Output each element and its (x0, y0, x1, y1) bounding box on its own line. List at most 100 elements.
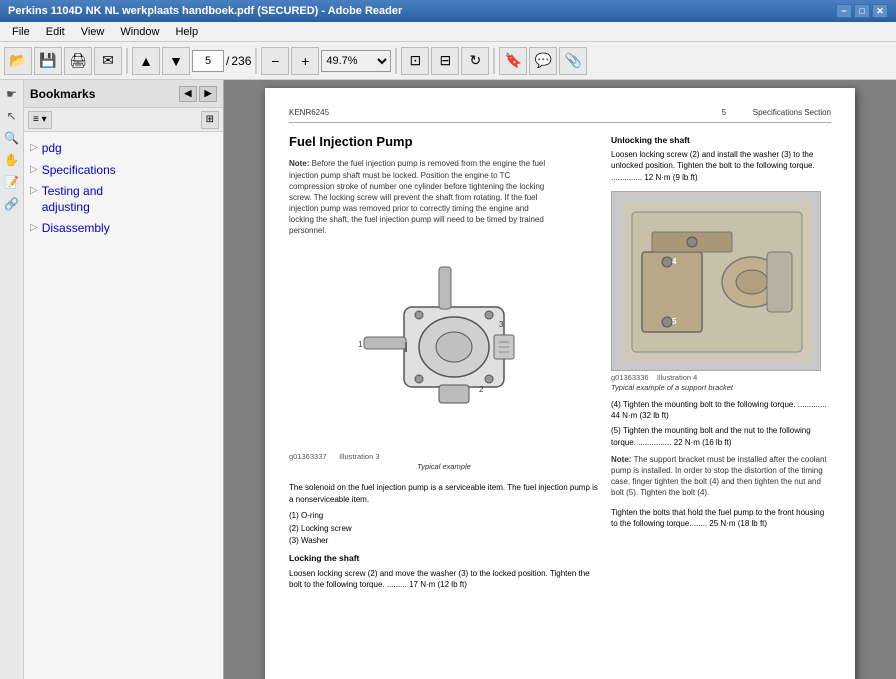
illustration3-id: g01363337 Illustration 3 (289, 452, 599, 462)
sidebar-title: Bookmarks (30, 87, 95, 101)
zoom-select[interactable]: 49.7% 50% 75% 100% 150% 200% (321, 50, 391, 72)
print-button[interactable]: 🖨 (64, 47, 92, 75)
bookmark-disassembly[interactable]: ▷ Disassembly (28, 218, 219, 240)
attachment-button[interactable]: 📎 (559, 47, 587, 75)
part-1: (1) O-ring (289, 511, 599, 522)
section-name: Specifications Section (753, 108, 831, 117)
bookmark-label-pdg: pdg (42, 141, 62, 157)
minimize-button[interactable]: − (836, 4, 852, 18)
toolbar-separator-2 (255, 48, 257, 74)
sidebar-panel: Bookmarks ◀ ▶ ≡ ▾ ⊞ ▷ pdg ▷ Specificatio… (24, 80, 224, 679)
illustration3-container: 1 2 3 (289, 247, 599, 473)
svg-text:5: 5 (672, 317, 677, 326)
note2-label: Note: (611, 455, 634, 464)
unlocking-text: Loosen locking screw (2) and install the… (611, 149, 831, 183)
document-view[interactable]: KENR6245 5 Specifications Section Fuel I… (224, 80, 896, 679)
svg-text:2: 2 (479, 385, 484, 394)
fit-page-button[interactable]: ⊡ (401, 47, 429, 75)
page-input-group: / 236 (192, 50, 251, 72)
sidebar-expand-button[interactable]: ⊞ (201, 111, 219, 129)
torque-final: Tighten the bolts that hold the fuel pum… (611, 507, 831, 529)
menubar: File Edit View Window Help (0, 22, 896, 42)
note2-text: The support bracket must be installed af… (611, 455, 827, 498)
menu-edit[interactable]: Edit (38, 24, 73, 40)
close-button[interactable]: ✕ (872, 4, 888, 18)
document-page: KENR6245 5 Specifications Section Fuel I… (265, 88, 855, 679)
note2-box: Note: The support bracket must be instal… (611, 454, 831, 499)
section-title: Fuel Injection Pump (289, 133, 599, 151)
illustration4-container: 4 5 (611, 191, 821, 371)
illustration4-caption: Typical example of a support bracket (611, 383, 831, 393)
pump-illustration: 1 2 3 (344, 247, 544, 447)
note-label: Note: (289, 159, 312, 168)
zoom-tool-button[interactable]: 🔍 (2, 128, 22, 148)
toolbar-separator-4 (493, 48, 495, 74)
bookmark-label-disassembly: Disassembly (42, 221, 110, 237)
page-input[interactable] (192, 50, 224, 72)
illustration4-info: g01363336 Illustration 4 (611, 373, 831, 383)
part-2: (2) Locking screw (289, 524, 599, 535)
sidebar-header: Bookmarks ◀ ▶ (24, 80, 223, 108)
part-3: (3) Washer (289, 536, 599, 547)
page-total: 236 (231, 54, 251, 68)
svg-text:4: 4 (672, 257, 677, 266)
right-column: Unlocking the shaft Loosen locking screw… (611, 129, 831, 594)
main-area: ☛ ↖ 🔍 ✋ 📝 🔗 Bookmarks ◀ ▶ ≡ ▾ ⊞ ▷ pdg ▷ (0, 80, 896, 679)
left-column: Fuel Injection Pump Note: Before the fue… (289, 129, 599, 594)
comment-button[interactable]: 💬 (529, 47, 557, 75)
step4-text: (4) Tighten the mounting bolt to the fol… (611, 399, 831, 421)
bookmark-icon-disassembly: ▷ (30, 222, 38, 233)
locking-shaft-heading: Locking the shaft (289, 553, 599, 564)
page-header: KENR6245 5 Specifications Section (289, 108, 831, 123)
open-button[interactable]: 📂 (4, 47, 32, 75)
sidebar-prev-button[interactable]: ◀ (179, 86, 197, 102)
bookmark-specifications[interactable]: ▷ Specifications (28, 160, 219, 182)
svg-text:3: 3 (499, 320, 504, 329)
note-text: Before the fuel injection pump is remove… (289, 159, 545, 235)
sidebar-options-button[interactable]: ≡ ▾ (28, 111, 52, 129)
window-controls: − □ ✕ (836, 4, 888, 18)
note-tool-button[interactable]: 📝 (2, 172, 22, 192)
note-box: Note: Before the fuel injection pump is … (289, 158, 549, 236)
bookmark-icon-specifications: ▷ (30, 164, 38, 175)
bracket-illustration: 4 5 (612, 192, 821, 371)
toolbar: 📂 💾 🖨 ✉ ▲ ▼ / 236 − + 49.7% 50% 75% 100%… (0, 42, 896, 80)
toolbar-separator-1 (126, 48, 128, 74)
bookmark-icon-testing: ▷ (30, 185, 38, 196)
locking-shaft-text: Loosen locking screw (2) and move the wa… (289, 568, 599, 590)
page-number-right: 5 (722, 108, 726, 117)
bookmark-pdg[interactable]: ▷ pdg (28, 138, 219, 160)
pan-tool-button[interactable]: ✋ (2, 150, 22, 170)
bookmark-label-testing: Testing andadjusting (42, 184, 103, 215)
link-tool-button[interactable]: 🔗 (2, 194, 22, 214)
hand-tool-button[interactable]: ☛ (2, 84, 22, 104)
bookmark-label-specifications: Specifications (42, 163, 116, 179)
bookmarks-tree: ▷ pdg ▷ Specifications ▷ Testing andadju… (24, 132, 223, 679)
page-separator: / (226, 54, 229, 68)
sidebar-next-button[interactable]: ▶ (199, 86, 217, 102)
save-button[interactable]: 💾 (34, 47, 62, 75)
bookmark-button[interactable]: 🔖 (499, 47, 527, 75)
email-button[interactable]: ✉ (94, 47, 122, 75)
solenoid-note: The solenoid on the fuel injection pump … (289, 482, 599, 504)
rotate-button[interactable]: ↻ (461, 47, 489, 75)
menu-window[interactable]: Window (112, 24, 167, 40)
svg-text:1: 1 (358, 340, 363, 349)
bookmark-icon-pdg: ▷ (30, 142, 38, 153)
titlebar: Perkins 1104D NK NL werkplaats handboek.… (0, 0, 896, 22)
zoomin-button[interactable]: + (291, 47, 319, 75)
fit-width-button[interactable]: ⊟ (431, 47, 459, 75)
unlocking-heading: Unlocking the shaft (611, 135, 831, 146)
step5-text: (5) Tighten the mounting bolt and the nu… (611, 425, 831, 447)
page-up-button[interactable]: ▲ (132, 47, 160, 75)
page-down-button[interactable]: ▼ (162, 47, 190, 75)
page-section-right: 5 Specifications Section (722, 108, 831, 119)
menu-view[interactable]: View (73, 24, 113, 40)
zoomout-button[interactable]: − (261, 47, 289, 75)
menu-file[interactable]: File (4, 24, 38, 40)
menu-help[interactable]: Help (167, 24, 206, 40)
select-tool-button[interactable]: ↖ (2, 106, 22, 126)
bookmark-testing[interactable]: ▷ Testing andadjusting (28, 181, 219, 218)
title-text: Perkins 1104D NK NL werkplaats handboek.… (8, 5, 402, 17)
maximize-button[interactable]: □ (854, 4, 870, 18)
